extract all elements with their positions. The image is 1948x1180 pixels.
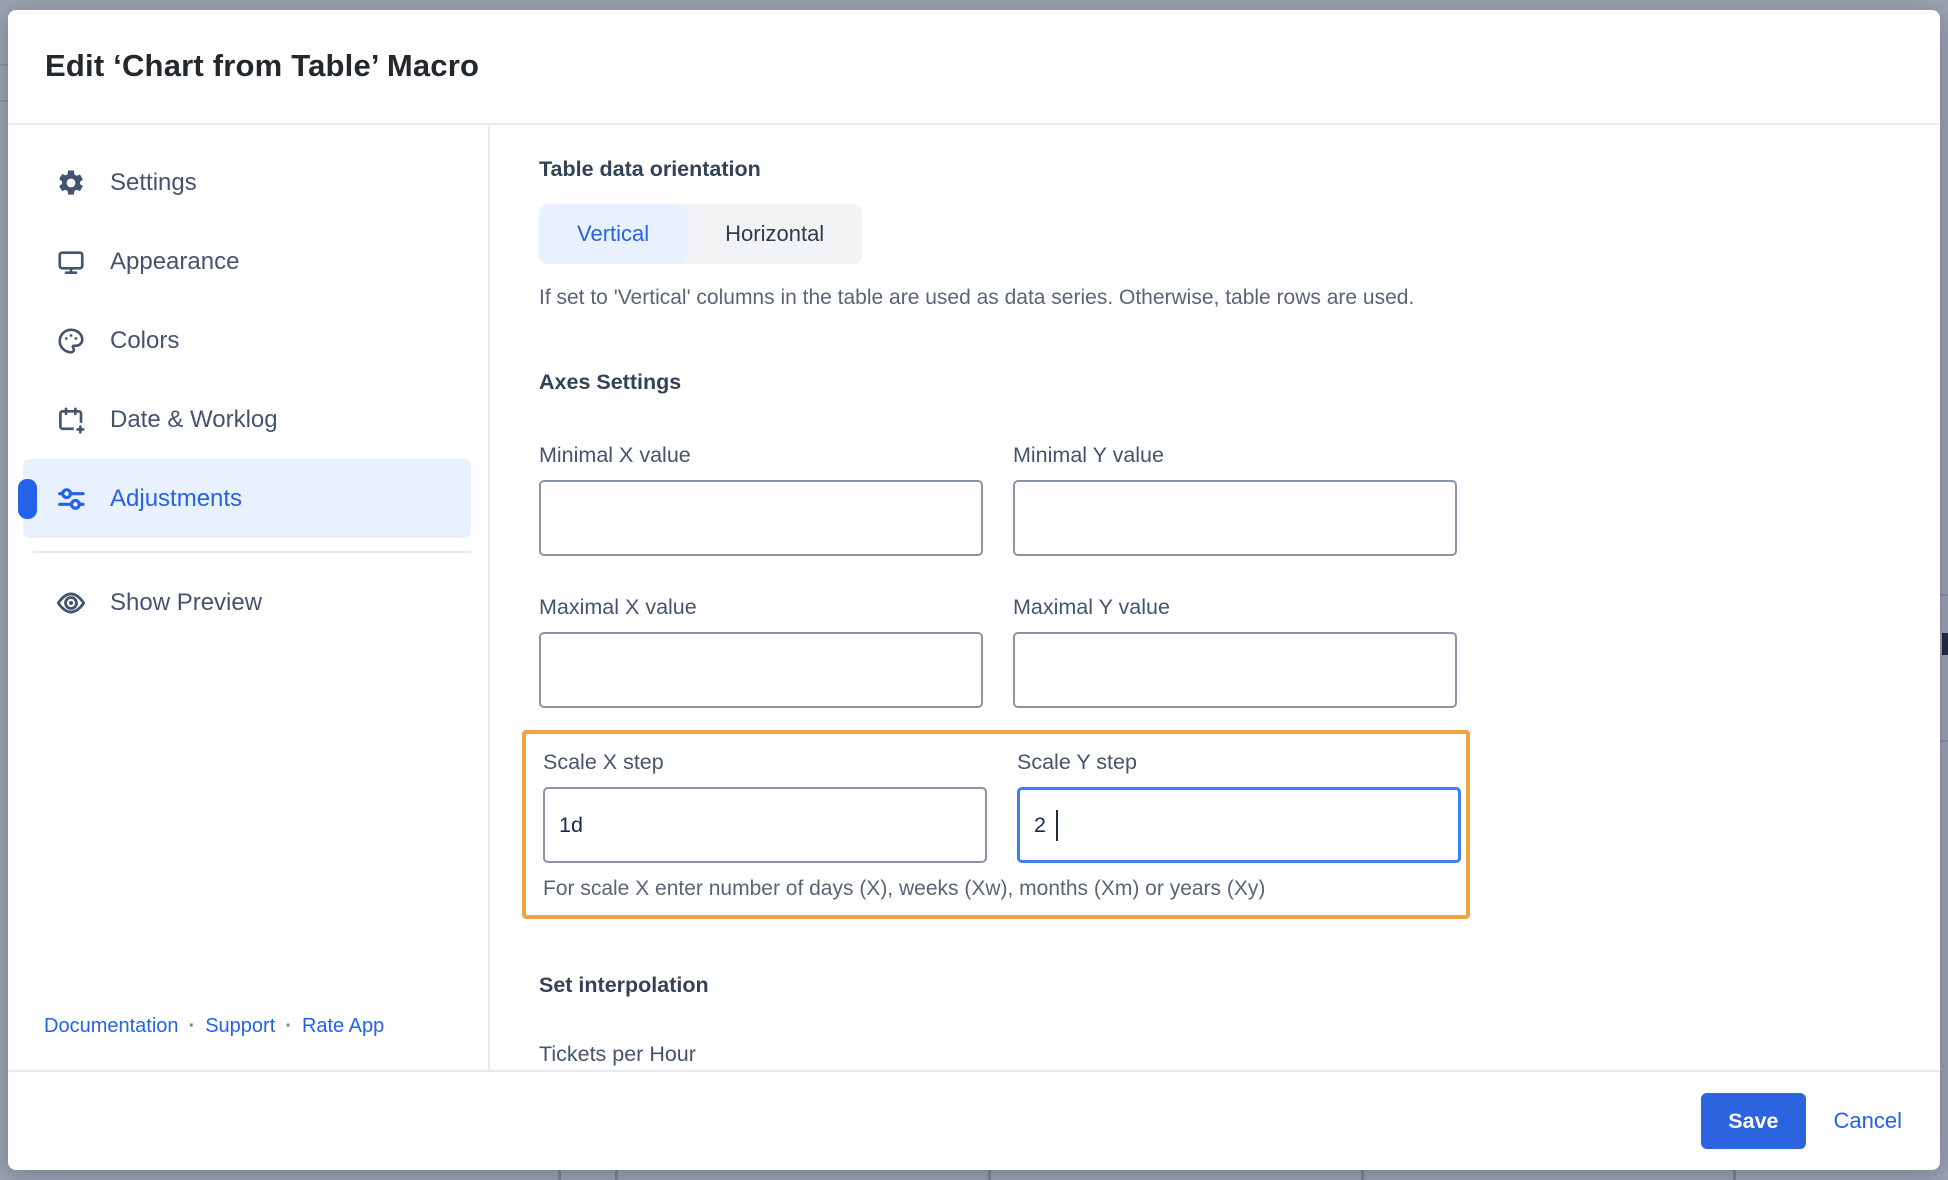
backdrop-line — [0, 100, 8, 102]
sidebar-divider — [33, 551, 471, 553]
support-link[interactable]: Support — [205, 1015, 275, 1038]
orientation-heading: Table data orientation — [539, 157, 761, 181]
palette-icon — [55, 325, 87, 357]
cancel-button[interactable]: Cancel — [1834, 1108, 1902, 1134]
dialog-body: Settings Appearance Colors Date & Worklo… — [8, 125, 1940, 1070]
orientation-help: If set to 'Vertical' columns in the tabl… — [539, 286, 1415, 309]
orientation-option-horizontal[interactable]: Horizontal — [687, 204, 863, 264]
save-button[interactable]: Save — [1701, 1093, 1806, 1149]
background-table-border — [558, 1170, 561, 1180]
scale-x-input[interactable] — [543, 787, 987, 863]
backdrop-line — [1940, 594, 1948, 596]
edit-macro-dialog: Edit ‘Chart from Table’ Macro Settings A… — [8, 10, 1940, 1170]
rate-app-link[interactable]: Rate App — [302, 1015, 384, 1038]
sidebar-item-date-worklog[interactable]: Date & Worklog — [23, 380, 471, 459]
background-table-border — [1361, 1170, 1364, 1180]
maximal-x-field: Maximal X value — [539, 595, 983, 708]
maximal-x-input[interactable] — [539, 632, 983, 708]
monitor-icon — [55, 246, 87, 278]
interpolation-heading: Set interpolation — [539, 973, 709, 997]
maximal-y-field: Maximal Y value — [1013, 595, 1457, 708]
orientation-option-vertical[interactable]: Vertical — [539, 204, 688, 264]
axes-row-minimal: Minimal X value Minimal Y value — [539, 443, 1940, 556]
sidebar-item-label: Date & Worklog — [110, 405, 278, 433]
minimal-y-field: Minimal Y value — [1013, 443, 1457, 556]
dialog-header: Edit ‘Chart from Table’ Macro — [8, 10, 1940, 125]
minimal-y-input[interactable] — [1013, 480, 1457, 556]
maximal-y-label: Maximal Y value — [1013, 595, 1170, 619]
settings-panel: Table data orientation Vertical Horizont… — [490, 125, 1940, 1070]
maximal-x-label: Maximal X value — [539, 595, 697, 619]
scale-x-field: Scale X step — [543, 750, 987, 863]
link-separator: · — [285, 1015, 292, 1037]
sliders-icon — [55, 483, 87, 515]
text-cursor — [1056, 810, 1058, 841]
tickets-per-hour-label: Tickets per Hour — [539, 1042, 696, 1066]
axes-row-scale: Scale X step Scale Y step — [543, 750, 1461, 863]
dialog-footer: Save Cancel — [8, 1070, 1940, 1170]
scale-y-input[interactable] — [1017, 787, 1461, 863]
background-table-border — [1733, 1170, 1736, 1180]
backdrop-line — [0, 64, 8, 66]
sidebar-item-adjustments[interactable]: Adjustments — [18, 459, 471, 538]
background-table-border — [988, 1170, 991, 1180]
sidebar-item-label: Adjustments — [110, 484, 243, 512]
minimal-y-label: Minimal Y value — [1013, 443, 1164, 467]
sidebar-footer-links: Documentation · Support · Rate App — [8, 1015, 488, 1070]
sidebar-item-settings[interactable]: Settings — [23, 143, 471, 222]
sidebar-item-show-preview[interactable]: Show Preview — [23, 563, 471, 642]
axes-row-maximal: Maximal X value Maximal Y value — [539, 595, 1940, 708]
documentation-link[interactable]: Documentation — [44, 1015, 179, 1038]
sidebar-item-label: Colors — [110, 326, 180, 354]
background-table-border — [615, 1170, 618, 1180]
sidebar-item-label: Show Preview — [110, 588, 263, 616]
minimal-x-input[interactable] — [539, 480, 983, 556]
eye-icon — [55, 587, 87, 619]
sidebar-item-label: Appearance — [110, 247, 240, 275]
backdrop-line — [1940, 740, 1948, 742]
minimal-x-field: Minimal X value — [539, 443, 983, 556]
sidebar: Settings Appearance Colors Date & Worklo… — [8, 125, 490, 1070]
orientation-toggle: Vertical Horizontal — [539, 204, 863, 264]
scale-x-label: Scale X step — [543, 750, 664, 774]
scale-y-field: Scale Y step — [1017, 750, 1461, 863]
dialog-title: Edit ‘Chart from Table’ Macro — [45, 48, 480, 83]
background-scrollbar-thumb — [1942, 633, 1948, 655]
calendar-plus-icon — [55, 404, 87, 436]
minimal-x-label: Minimal X value — [539, 443, 691, 467]
scale-help: For scale X enter number of days (X), we… — [543, 877, 1266, 900]
axes-heading: Axes Settings — [539, 370, 682, 394]
link-separator: · — [188, 1015, 196, 1037]
scale-y-label: Scale Y step — [1017, 750, 1137, 774]
selected-indicator — [18, 478, 37, 519]
scale-highlight-annotation: Scale X step Scale Y step For scale X en… — [522, 730, 1470, 919]
gear-icon — [55, 167, 87, 199]
sidebar-item-label: Settings — [110, 168, 197, 196]
sidebar-item-colors[interactable]: Colors — [23, 301, 471, 380]
sidebar-item-appearance[interactable]: Appearance — [23, 222, 471, 301]
maximal-y-input[interactable] — [1013, 632, 1457, 708]
